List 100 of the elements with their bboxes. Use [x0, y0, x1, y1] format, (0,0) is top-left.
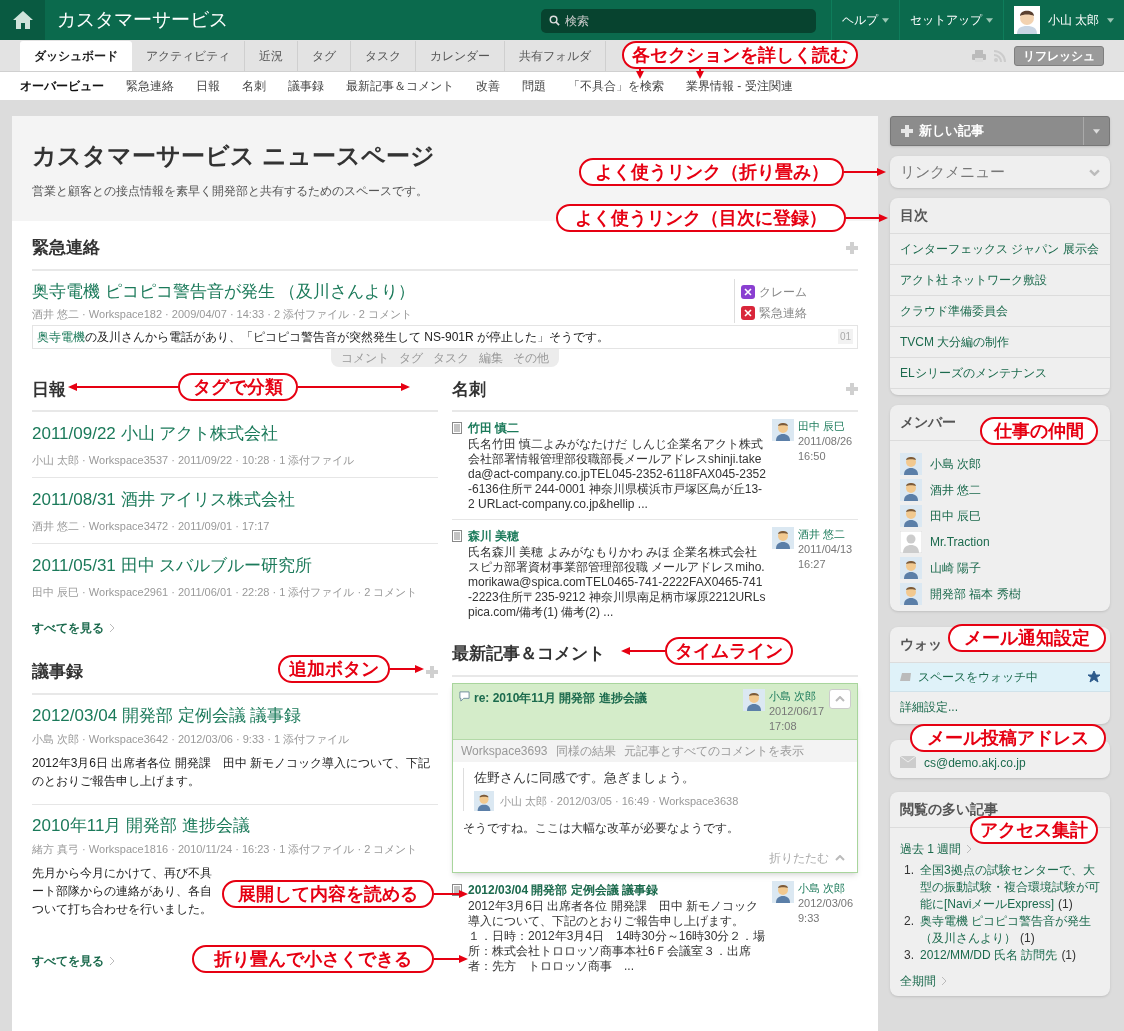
tag-label[interactable]: 緊急連絡	[759, 303, 807, 322]
toc-link[interactable]: インターフェックス ジャパン 展示会	[900, 240, 1099, 258]
member-name[interactable]: 開発部 福本 秀樹	[930, 585, 1021, 603]
comment-icon	[459, 690, 470, 702]
avatar-icon	[900, 583, 922, 605]
subnav-link[interactable]: 議事録	[288, 77, 324, 95]
see-all-link[interactable]: すべてを見る	[32, 619, 115, 637]
tab[interactable]: タグ	[298, 41, 351, 71]
author-name[interactable]: 小島 次郎	[798, 881, 854, 896]
document-icon	[452, 530, 462, 542]
chevron-icon	[942, 977, 947, 985]
caret-icon	[1107, 17, 1114, 23]
card-body: 氏名竹田 慎二よみがなたけだ しんじ企業名アクト株式会社部署情報管理部役職部長メールアドレスshinji.takeda@act-company.co.jpTEL045-2352-6118FAX045-2352-6136住所〒244-0001 神奈川県横浜市戸塚区鳥が丘13-2 URLact-company.co.jp&hellip ...	[468, 437, 766, 512]
collapse-button[interactable]	[829, 688, 851, 709]
add-icon[interactable]	[426, 665, 438, 678]
list-number: 2.	[904, 913, 914, 930]
subnav-link[interactable]: 「不具合」を検索	[568, 77, 664, 95]
callout: よく使うリンク（目次に登録）	[556, 204, 846, 232]
callout: アクセス集計	[970, 816, 1098, 844]
subnav-link[interactable]: 問題	[522, 77, 546, 95]
tab[interactable]: 近況	[245, 41, 298, 71]
tab[interactable]: ダッシュボード	[20, 41, 132, 71]
post-title[interactable]: 2012/03/04 開発部 定例会議 議事録	[468, 881, 659, 899]
tab[interactable]: アクティビティ	[132, 41, 245, 71]
home-icon[interactable]	[12, 11, 33, 29]
article-entry[interactable]: 2012/MM/DD 氏名 訪問先 (1)	[920, 947, 1100, 964]
post-date: 2011/04/13	[798, 542, 853, 557]
member-name[interactable]: 酒井 悠二	[930, 481, 982, 499]
callout: 展開して内容を読める	[222, 879, 434, 908]
search-field[interactable]: 検索	[540, 9, 816, 33]
page-title: カスタマーサービス ニュースページ	[32, 141, 435, 171]
member-name[interactable]: 小島 次郎	[930, 455, 982, 473]
card-name[interactable]: 森川 美穂	[468, 527, 520, 545]
settings-link[interactable]: 詳細設定...	[890, 692, 968, 718]
plus-icon[interactable]	[901, 125, 913, 137]
chevron-icon	[110, 956, 115, 965]
comment-body: そうですね。ここは大幅な改革が必要なようです。	[463, 820, 740, 837]
subnav-link[interactable]: 業界情報 - 受注関連	[686, 77, 793, 95]
member-name[interactable]: 山崎 陽子	[930, 559, 982, 577]
avatar-icon	[772, 527, 794, 549]
star-icon[interactable]	[1088, 671, 1100, 683]
tag-label[interactable]: クレーム	[759, 282, 807, 301]
link-menu[interactable]: リンクメニュー	[890, 156, 1110, 188]
tab[interactable]: カレンダー	[416, 41, 505, 71]
post-title[interactable]: 2010年11月 開発部 進捗会議	[32, 812, 250, 838]
timeline-item[interactable]: 2012/03/04 開発部 定例会議 議事録 2012年3月6日 出席者各位 開発課 田中 新モノコック導入について、下記のとおりご報告申し上げます。１．日時：2012年3月4日 14時30分～16時30分２．場所：株式会社トロロッソ商事本社6Ｆ会議室３．出席者：先方 トロロッソ商事 ... 小島 次郎 2012/03/06 9:33	[452, 881, 858, 974]
post-meta: 酒井 悠二 · Workspace3472 · 2011/09/01 · 17:17	[32, 518, 271, 534]
see-all-link[interactable]: すべてを見る	[32, 951, 115, 970]
author-name[interactable]: 田中 辰巳	[798, 419, 853, 434]
subnav-link[interactable]: 最新記事＆コメント	[346, 77, 454, 95]
quote-text: 佐野さんに同感です。急ぎましょう。	[474, 768, 696, 787]
post-link[interactable]: 奥寺電機	[37, 329, 85, 344]
card-name[interactable]: 竹田 慎二	[468, 419, 520, 437]
member-name[interactable]: Mr.Traction	[930, 533, 990, 551]
post-time: 16:50	[798, 449, 827, 464]
callout: よく使うリンク（折り畳み）	[579, 158, 844, 186]
arrow	[635, 69, 645, 79]
add-icon[interactable]	[846, 241, 858, 254]
avatar-icon	[900, 453, 922, 475]
post-title[interactable]: 2011/08/31 酒井 アイリス株式会社	[32, 487, 296, 513]
subnav-link[interactable]: 改善	[476, 77, 500, 95]
callout: 折り畳んで小さくできる	[192, 944, 434, 973]
author-name[interactable]: 小島 次郎	[769, 688, 825, 704]
caret-icon	[985, 17, 993, 23]
toc-link[interactable]: クラウド準備委員会	[900, 302, 1008, 320]
post-title[interactable]: 2012/03/04 開発部 定例会議 議事録	[32, 702, 302, 728]
arrow	[695, 69, 705, 79]
article-entry[interactable]: 全国3拠点の試験センターで、大型の振動試験・複合環境試験が可能に[NaviメールExpress] (1)	[920, 862, 1100, 913]
tab[interactable]: 共有フォルダ	[505, 41, 606, 71]
toc-link[interactable]: ELシリーズのメンテナンス	[900, 364, 1047, 382]
avatar-icon	[900, 557, 922, 579]
watch-row[interactable]: スペースをウォッチ中	[890, 663, 1110, 692]
post-title[interactable]: 奥寺電機 ピコピコ警告音が発生 （及川さんより）	[32, 278, 416, 304]
article-entry[interactable]: 奥寺電機 ピコピコ警告音が発生（及川さんより） (1)	[920, 913, 1100, 947]
printer-icon[interactable]	[972, 50, 986, 62]
caret-icon	[1093, 128, 1100, 134]
post-title[interactable]: 2011/09/22 小山 アクト株式会社	[32, 421, 279, 447]
callout: タイムライン	[665, 637, 793, 665]
email-link[interactable]: cs@demo.akj.co.jp	[924, 754, 1026, 772]
arrow	[621, 646, 665, 656]
caret-up-icon	[835, 855, 845, 861]
author-name[interactable]: 酒井 悠二	[798, 527, 853, 542]
avatar-icon	[474, 791, 494, 811]
subnav-link[interactable]: 日報	[196, 77, 220, 95]
member-name[interactable]: 田中 辰巳	[930, 507, 982, 525]
page-description: 営業と顧客との接点情報を素早く開発部と共有するためのスペースです。	[32, 183, 429, 200]
add-icon[interactable]	[846, 383, 858, 396]
subnav-link[interactable]: 名刺	[242, 77, 266, 95]
post-body-line: ついて打ち合わせを行いました。	[32, 900, 212, 918]
chevron-icon	[110, 624, 115, 632]
toc-link[interactable]: アクト社 ネットワーク敷設	[900, 271, 1048, 289]
period-link[interactable]: 全期間	[900, 972, 947, 990]
subnav-link[interactable]: オーバービュー	[20, 77, 104, 95]
post-title[interactable]: re: 2010年11月 開発部 進捗会議	[474, 688, 647, 707]
period-link[interactable]: 過去 1 週間	[900, 840, 973, 858]
subnav-link[interactable]: 緊急連絡	[126, 77, 174, 95]
tab[interactable]: タスク	[351, 41, 416, 71]
post-title[interactable]: 2011/05/31 田中 スバルブルー研究所	[32, 553, 313, 579]
toc-link[interactable]: TVCM 大分編の制作	[900, 333, 1010, 351]
avatar-icon	[900, 505, 922, 527]
